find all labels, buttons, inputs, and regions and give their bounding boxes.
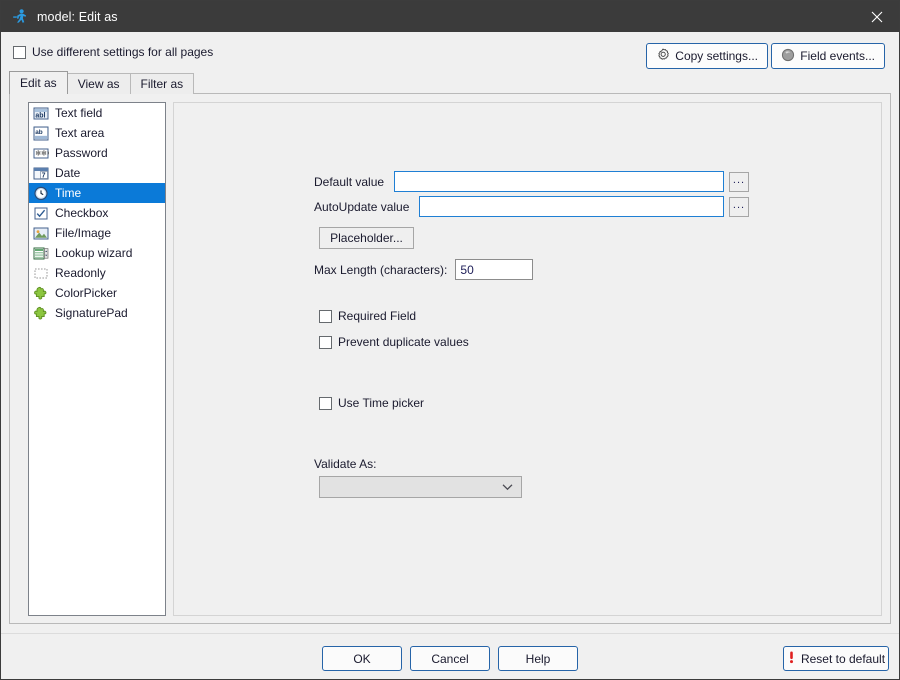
list-item-colorpicker[interactable]: ColorPicker — [29, 283, 165, 303]
reset-to-default-button[interactable]: Reset to default — [783, 646, 889, 671]
readonly-dotted-icon — [33, 266, 49, 281]
field-events-label: Field events... — [800, 49, 875, 63]
checkbox-icon — [33, 206, 49, 221]
list-item-label: Date — [55, 166, 80, 180]
list-item-label: File/Image — [55, 226, 111, 240]
validate-as-label: Validate As: — [314, 457, 376, 471]
dialog-footer: OK Cancel Help Reset to default — [1, 633, 899, 679]
use-different-settings-checkbox[interactable] — [13, 46, 26, 59]
prevent-duplicate-row[interactable]: Prevent duplicate values — [319, 335, 469, 349]
list-item-label: SignaturePad — [55, 306, 128, 320]
list-item-label: Time — [55, 186, 81, 200]
tab-bar: Edit as View as Filter as — [9, 71, 193, 94]
list-item-text-field[interactable]: abl Text field — [29, 103, 165, 123]
list-item-readonly[interactable]: Readonly — [29, 263, 165, 283]
dialog-window: model: Edit as Use different settings fo… — [0, 0, 900, 680]
list-item-password[interactable]: ✻✻✻ Password — [29, 143, 165, 163]
tab-content-panel: abl Text field ab Text area — [9, 93, 891, 624]
chevron-down-icon — [502, 480, 513, 494]
lookup-wizard-icon — [33, 246, 49, 261]
autoupdate-value-label: AutoUpdate value — [314, 200, 419, 214]
sphere-icon — [781, 48, 795, 65]
use-time-picker-row[interactable]: Use Time picker — [319, 396, 424, 410]
help-button[interactable]: Help — [498, 646, 578, 671]
default-value-input[interactable] — [394, 171, 724, 192]
field-type-list[interactable]: abl Text field ab Text area — [28, 102, 166, 616]
ok-button[interactable]: OK — [322, 646, 402, 671]
required-field-row[interactable]: Required Field — [319, 309, 416, 323]
runner-icon — [11, 8, 28, 25]
autoupdate-value-browse-button[interactable]: ... — [729, 197, 749, 217]
autoupdate-value-input[interactable] — [419, 196, 724, 217]
red-exclamation-icon — [787, 650, 796, 668]
default-value-label: Default value — [314, 175, 394, 189]
abl-textfield-icon: abl — [33, 106, 49, 121]
list-item-time[interactable]: Time — [29, 183, 165, 203]
use-different-settings-label: Use different settings for all pages — [32, 45, 213, 59]
textarea-icon: ab — [33, 126, 49, 141]
max-length-input[interactable] — [455, 259, 533, 280]
list-item-text-area[interactable]: ab Text area — [29, 123, 165, 143]
svg-text:abl: abl — [35, 112, 45, 119]
placeholder-button[interactable]: Placeholder... — [319, 227, 414, 249]
list-item-lookup-wizard[interactable]: Lookup wizard — [29, 243, 165, 263]
close-button[interactable] — [854, 1, 899, 32]
list-item-signaturepad[interactable]: SignaturePad — [29, 303, 165, 323]
default-value-row: Default value ... — [314, 171, 749, 192]
use-time-picker-label: Use Time picker — [338, 396, 424, 410]
field-events-button[interactable]: Field events... — [771, 43, 885, 69]
use-time-picker-checkbox[interactable] — [319, 397, 332, 410]
list-item-file-image[interactable]: File/Image — [29, 223, 165, 243]
cancel-button[interactable]: Cancel — [410, 646, 490, 671]
puzzle-piece-icon — [33, 306, 49, 321]
svg-text:7: 7 — [42, 172, 46, 179]
title-bar: model: Edit as — [1, 1, 899, 32]
required-field-checkbox[interactable] — [319, 310, 332, 323]
list-item-label: Lookup wizard — [55, 246, 132, 260]
use-different-settings-row[interactable]: Use different settings for all pages — [13, 45, 213, 59]
list-item-label: Password — [55, 146, 108, 160]
list-item-label: Readonly — [55, 266, 106, 280]
max-length-label: Max Length (characters): — [314, 263, 447, 277]
calendar-icon: 7 — [33, 166, 49, 181]
list-item-label: Text field — [55, 106, 102, 120]
list-item-label: Text area — [55, 126, 104, 140]
copy-settings-label: Copy settings... — [675, 49, 758, 63]
required-field-label: Required Field — [338, 309, 416, 323]
settings-pane: Default value ... AutoUpdate value ... P… — [173, 102, 882, 616]
validate-as-dropdown[interactable] — [319, 476, 522, 498]
list-item-label: Checkbox — [55, 206, 108, 220]
puzzle-piece-icon — [33, 286, 49, 301]
svg-text:ab: ab — [35, 129, 43, 136]
max-length-row: Max Length (characters): — [314, 259, 533, 280]
svg-text:✻✻✻: ✻✻✻ — [35, 149, 49, 157]
tab-view-as[interactable]: View as — [67, 73, 131, 94]
tab-filter-as[interactable]: Filter as — [130, 73, 195, 94]
prevent-duplicate-label: Prevent duplicate values — [338, 335, 469, 349]
clock-icon — [33, 186, 49, 201]
window-title: model: Edit as — [37, 10, 118, 24]
default-value-browse-button[interactable]: ... — [729, 172, 749, 192]
image-icon — [33, 226, 49, 241]
gear-icon — [656, 48, 670, 65]
reset-to-default-label: Reset to default — [801, 652, 885, 666]
list-item-date[interactable]: 7 Date — [29, 163, 165, 183]
tab-edit-as[interactable]: Edit as — [9, 71, 68, 94]
copy-settings-button[interactable]: Copy settings... — [646, 43, 768, 69]
autoupdate-value-row: AutoUpdate value ... — [314, 196, 749, 217]
list-item-checkbox[interactable]: Checkbox — [29, 203, 165, 223]
prevent-duplicate-checkbox[interactable] — [319, 336, 332, 349]
password-icon: ✻✻✻ — [33, 146, 49, 161]
list-item-label: ColorPicker — [55, 286, 117, 300]
